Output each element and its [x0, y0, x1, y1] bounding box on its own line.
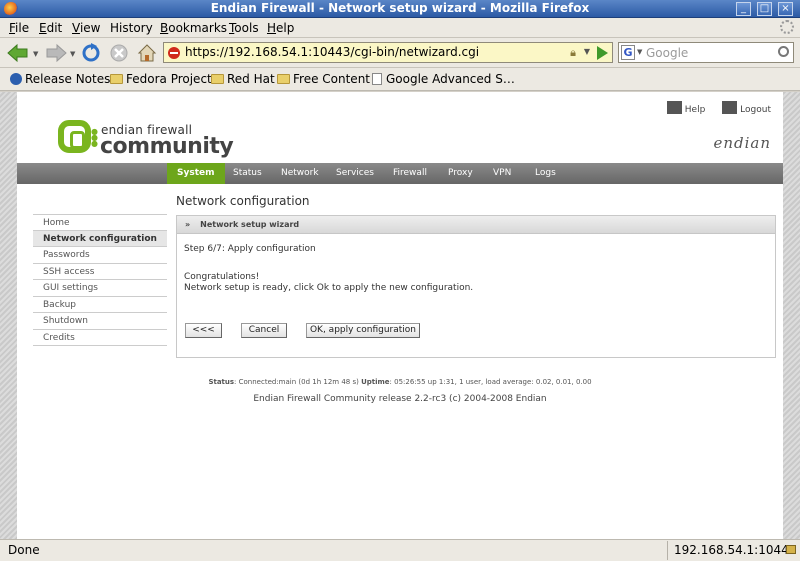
url-bar[interactable]: https://192.168.54.1:10443/cgi-bin/netwi… [163, 42, 613, 63]
forward-dropdown-icon[interactable]: ▼ [70, 50, 75, 58]
padlock-icon[interactable]: 🔒︎ [570, 46, 576, 60]
logo-line-2: community [100, 134, 234, 159]
help-link[interactable]: Help [666, 101, 705, 115]
help-icon [666, 101, 682, 114]
nav-services[interactable]: Services [336, 163, 374, 184]
cancel-button[interactable]: Cancel [241, 323, 287, 338]
folder-icon [211, 74, 224, 84]
navigation-toolbar: ▼ ▼ https://192.168.54.1:10443/cgi-bin/n… [0, 38, 800, 68]
nav-system[interactable]: System [167, 163, 225, 184]
bookmark-fedora-project[interactable]: Fedora Project [110, 72, 212, 86]
page-title: Network configuration [176, 194, 310, 208]
status-host: 192.168.54.1:10443 [667, 541, 798, 560]
sidebar: Home Network configuration Passwords SSH… [33, 214, 167, 346]
sidebar-item-home[interactable]: Home [33, 214, 167, 231]
search-icon[interactable] [778, 46, 789, 57]
menu-file[interactable]: File [9, 21, 29, 35]
wizard-panel: » Network setup wizard Step 6/7: Apply co… [176, 215, 776, 358]
search-input[interactable]: Google [646, 46, 688, 60]
folder-icon [110, 74, 123, 84]
back-dropdown-icon[interactable]: ▼ [33, 50, 38, 58]
bookmark-free-content[interactable]: Free Content [277, 72, 370, 86]
step-text: Step 6/7: Apply configuration [184, 244, 316, 254]
menu-view[interactable]: View [72, 21, 100, 35]
content-area: Help Logout ● ● ● endian firewall communit… [0, 92, 800, 539]
nav-logs[interactable]: Logs [535, 163, 556, 184]
message-text: Network setup is ready, click Ok to appl… [184, 283, 474, 293]
nav-status[interactable]: Status [233, 163, 262, 184]
google-engine-icon[interactable]: G [621, 45, 635, 60]
url-text[interactable]: https://192.168.54.1:10443/cgi-bin/netwi… [185, 45, 479, 59]
sidebar-item-gui-settings[interactable]: GUI settings [33, 280, 167, 297]
endian-brand: endian [713, 134, 771, 152]
web-page: Help Logout ● ● ● endian firewall communit… [17, 92, 783, 539]
panel-header: » Network setup wizard [177, 216, 775, 234]
nav-network[interactable]: Network [281, 163, 319, 184]
nav-proxy[interactable]: Proxy [448, 163, 473, 184]
status-line: Status: Connected:main (0d 1h 12m 48 s) … [208, 378, 592, 386]
menu-bookmarks[interactable]: Bookmarks [160, 21, 227, 35]
throbber-icon [780, 20, 794, 34]
release-notes-icon [10, 73, 22, 85]
close-button[interactable]: × [778, 2, 793, 16]
site-identity-icon[interactable] [168, 47, 180, 59]
window-titlebar: Endian Firewall - Network setup wizard -… [0, 0, 800, 18]
window-title: Endian Firewall - Network setup wizard -… [210, 1, 590, 15]
menu-help[interactable]: Help [267, 21, 294, 35]
menu-bar: File Edit View History Bookmarks Tools H… [0, 18, 800, 38]
home-icon[interactable] [136, 42, 158, 64]
menu-edit[interactable]: Edit [39, 21, 62, 35]
logo-mark-icon [58, 120, 91, 153]
nav-firewall[interactable]: Firewall [393, 163, 427, 184]
sidebar-item-passwords[interactable]: Passwords [33, 247, 167, 264]
bookmark-release-notes[interactable]: Release Notes [10, 72, 110, 86]
main-nav: System Status Network Services Firewall … [17, 163, 783, 184]
top-links: Help Logout [666, 101, 771, 115]
ok-apply-button[interactable]: OK, apply configuration [306, 323, 420, 338]
chevron-icon: » [185, 220, 191, 229]
back-arrow-icon[interactable] [6, 42, 30, 64]
secure-lock-icon[interactable] [786, 545, 796, 554]
sidebar-item-network-configuration[interactable]: Network configuration [33, 230, 167, 247]
status-bar: Done 192.168.54.1:10443 [0, 539, 800, 561]
search-box[interactable]: G ▼ Google [618, 42, 794, 63]
sidebar-item-credits[interactable]: Credits [33, 330, 167, 346]
sidebar-item-shutdown[interactable]: Shutdown [33, 313, 167, 330]
page-icon [372, 73, 382, 85]
reload-icon[interactable] [80, 42, 102, 64]
endian-logo: ● ● ● endian firewall community [58, 118, 234, 163]
bookmark-google-advanced[interactable]: Google Advanced S… [372, 72, 515, 86]
logout-icon [722, 101, 738, 114]
url-history-dropdown-icon[interactable]: ▼ [584, 47, 590, 56]
bookmark-red-hat[interactable]: Red Hat [211, 72, 275, 86]
minimize-button[interactable]: _ [736, 2, 751, 16]
maximize-button[interactable]: □ [757, 2, 772, 16]
panel-title: Network setup wizard [200, 220, 300, 229]
congrats-text: Congratulations! [184, 272, 260, 282]
sidebar-item-ssh-access[interactable]: SSH access [33, 264, 167, 280]
folder-icon [277, 74, 290, 84]
go-arrow-icon[interactable] [597, 46, 608, 60]
stop-icon[interactable] [108, 42, 130, 64]
bookmarks-toolbar: Release Notes Fedora Project Red Hat Fre… [0, 68, 800, 91]
logo-dots: ● ● ● [91, 127, 98, 148]
menu-history[interactable]: History [110, 21, 153, 35]
logout-link[interactable]: Logout [722, 101, 771, 115]
back-button[interactable]: <<< [185, 323, 222, 338]
search-engine-dropdown-icon[interactable]: ▼ [637, 48, 642, 56]
sidebar-item-backup[interactable]: Backup [33, 297, 167, 313]
release-text: Endian Firewall Community release 2.2-rc… [253, 394, 547, 404]
forward-arrow-icon[interactable] [44, 42, 68, 64]
nav-vpn[interactable]: VPN [493, 163, 511, 184]
menu-tools[interactable]: Tools [229, 21, 259, 35]
status-text: Done [8, 543, 40, 557]
